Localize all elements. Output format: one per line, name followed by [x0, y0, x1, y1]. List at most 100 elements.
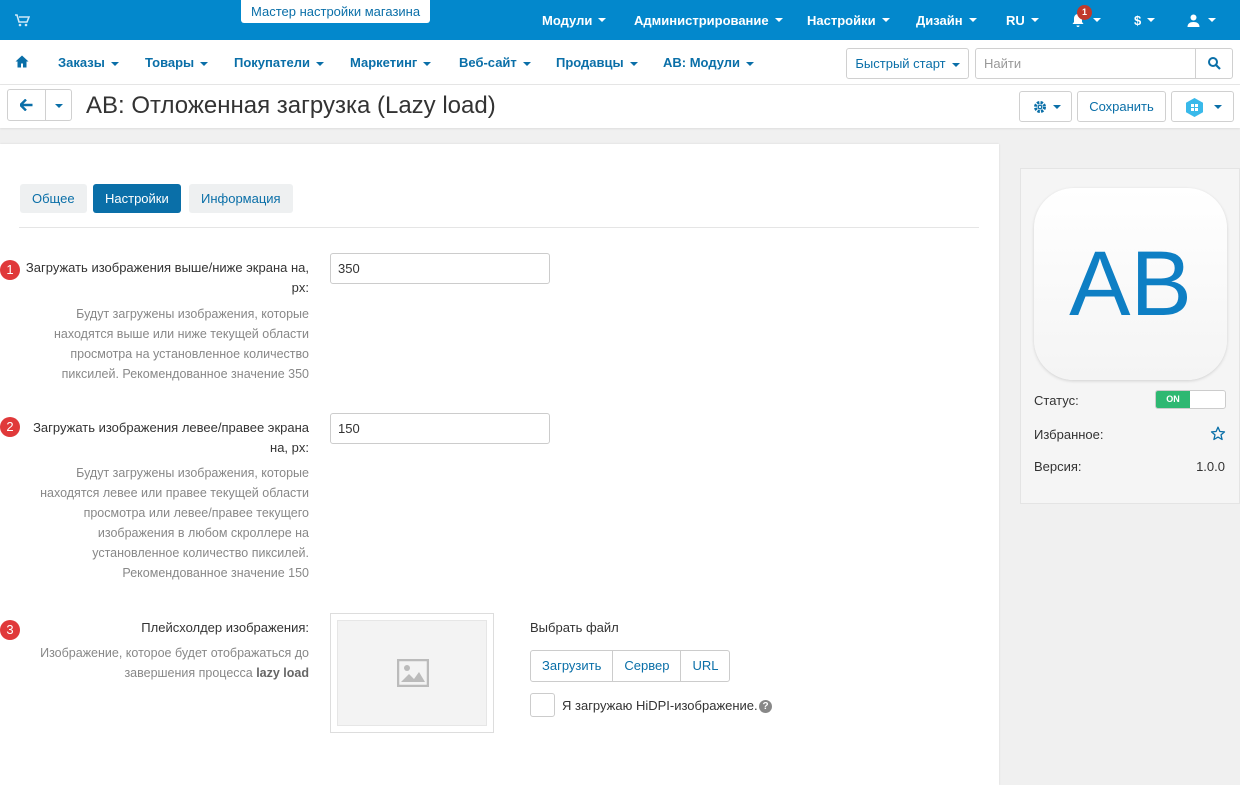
help-line: Будут загружены изображения, которые [76, 307, 309, 321]
nav-marketing[interactable]: Маркетинг [350, 40, 432, 85]
nav-customers[interactable]: Покупатели [234, 40, 324, 85]
help-line: находятся левее или правее текущей облас… [40, 486, 309, 500]
nav-orders[interactable]: Заказы [58, 40, 119, 85]
help-line: просмотра на установленное количество [70, 347, 309, 361]
store-wizard-button[interactable]: Мастер настройки магазина [241, 0, 431, 23]
help-line: завершения процесса lazy load [40, 663, 309, 683]
cart-icon[interactable] [14, 12, 30, 28]
chevron-down-icon [423, 61, 432, 66]
chevron-down-icon [110, 61, 119, 66]
quick-start-label: Быстрый старт [855, 56, 946, 71]
nav-products-label: Товары [145, 55, 195, 70]
chevron-down-icon [774, 18, 783, 22]
nav-website[interactable]: Веб-сайт [459, 40, 531, 85]
help-text: завершения процесса [124, 666, 257, 680]
status-label: Статус: [1034, 393, 1079, 408]
back-button[interactable] [7, 89, 46, 121]
notification-badge: 1 [1077, 5, 1092, 20]
quick-start-button[interactable]: Быстрый старт [846, 48, 969, 79]
tab-settings[interactable]: Настройки [93, 184, 181, 213]
chevron-down-icon [968, 18, 977, 22]
field-help-horizontal-offset: Будут загружены изображения, которые нах… [40, 463, 309, 583]
back-dropdown-button[interactable] [45, 89, 72, 121]
upload-local-button[interactable]: Загрузить [530, 650, 614, 682]
chevron-down-icon [598, 18, 607, 22]
field-label-line: Загружать изображения левее/правее экран… [33, 420, 309, 435]
menu-administration-label: Администрирование [634, 12, 769, 28]
help-line: установленное количество пиксилей. [92, 546, 309, 560]
field-label-line: px: [291, 280, 309, 295]
menu-administration[interactable]: Администрирование [634, 0, 783, 40]
menu-currency-label: $ [1134, 12, 1142, 28]
home-icon[interactable] [15, 55, 29, 68]
title-bar: AB: Отложенная загрузка (Lazy load) Сохр… [0, 85, 1240, 128]
arrow-left-icon [20, 99, 33, 111]
search-icon [1208, 57, 1221, 70]
chevron-down-icon [1208, 18, 1216, 22]
nav-products[interactable]: Товары [145, 40, 209, 85]
help-line: изображения в любом скроллере на [97, 526, 309, 540]
vertical-offset-input[interactable] [330, 253, 550, 284]
image-icon [397, 659, 429, 687]
help-line: просмотра или левее/правее текущего [83, 506, 309, 520]
version-label: Версия: [1034, 459, 1082, 474]
gear-icon [1034, 101, 1046, 113]
user-menu[interactable] [1187, 0, 1216, 40]
menu-modules[interactable]: Модули [542, 0, 607, 40]
nav-website-label: Веб-сайт [459, 55, 517, 70]
hidpi-checkbox[interactable] [530, 693, 555, 717]
chevron-down-icon [881, 18, 890, 22]
nav-ab-modules[interactable]: AB: Модули [663, 40, 755, 85]
nav-ab-modules-label: AB: Модули [663, 55, 741, 70]
menu-settings-label: Настройки [807, 12, 876, 28]
top-bar: Мастер настройки магазина Модули Админис… [0, 0, 1240, 40]
upload-server-button[interactable]: Сервер [612, 650, 682, 682]
settings-menu-button[interactable] [1019, 91, 1072, 122]
help-line: пиксилей. Рекомендованное значение 350 [61, 367, 309, 381]
help-bold-text: lazy load [256, 666, 309, 680]
menu-currency[interactable]: $ [1134, 0, 1156, 40]
field-label-placeholder: Плейсхолдер изображения: [141, 620, 309, 635]
chevron-down-icon [522, 61, 531, 66]
chevron-down-icon [951, 62, 960, 67]
save-button[interactable]: Сохранить [1077, 91, 1166, 122]
help-line: Будут загружены изображения, которые [76, 466, 309, 480]
menu-settings[interactable]: Настройки [807, 0, 890, 40]
status-toggle-on: ON [1156, 391, 1190, 408]
chevron-down-icon [1147, 18, 1156, 22]
menu-design-label: Дизайн [916, 12, 963, 28]
help-line: Рекомендованное значение 150 [122, 566, 309, 580]
search-input[interactable] [975, 48, 1196, 79]
version-value: 1.0.0 [1196, 459, 1225, 474]
choose-file-label: Выбрать файл [530, 620, 619, 635]
main-navbar: Заказы Товары Покупатели Маркетинг Веб-с… [0, 40, 1240, 85]
field-label-line: Загружать изображения выше/ниже экрана н… [25, 260, 309, 275]
help-line: Изображение, которое будет отображаться … [40, 646, 309, 660]
chevron-down-icon [54, 103, 63, 108]
field-help-placeholder: Изображение, которое будет отображаться … [40, 643, 309, 683]
addon-hexagon-icon [1186, 98, 1203, 117]
upload-url-button[interactable]: URL [680, 650, 731, 682]
nav-marketing-label: Маркетинг [350, 55, 418, 70]
menu-design[interactable]: Дизайн [916, 0, 977, 40]
addon-menu-button[interactable] [1171, 91, 1234, 122]
image-placeholder-preview [330, 613, 494, 733]
addon-info-panel: AB Статус: ON Избранное: Версия: 1.0.0 [1020, 168, 1240, 504]
star-icon[interactable] [1210, 426, 1226, 442]
field-help-vertical-offset: Будут загружены изображения, которые нах… [54, 304, 309, 384]
chevron-down-icon [1053, 105, 1061, 109]
nav-vendors[interactable]: Продавцы [556, 40, 638, 85]
field-number-badge: 3 [0, 620, 20, 640]
tab-general[interactable]: Общее [20, 184, 87, 213]
nav-vendors-label: Продавцы [556, 55, 624, 70]
chevron-down-icon [315, 61, 324, 66]
status-toggle[interactable]: ON [1155, 390, 1226, 409]
horizontal-offset-input[interactable] [330, 413, 550, 444]
page-title: AB: Отложенная загрузка (Lazy load) [86, 92, 496, 119]
question-icon[interactable]: ? [759, 700, 772, 713]
favorite-label: Избранное: [1034, 427, 1104, 442]
tab-information[interactable]: Информация [189, 184, 293, 213]
search-button[interactable] [1195, 48, 1233, 79]
menu-language[interactable]: RU [1006, 0, 1039, 40]
chevron-down-icon [1093, 18, 1101, 22]
